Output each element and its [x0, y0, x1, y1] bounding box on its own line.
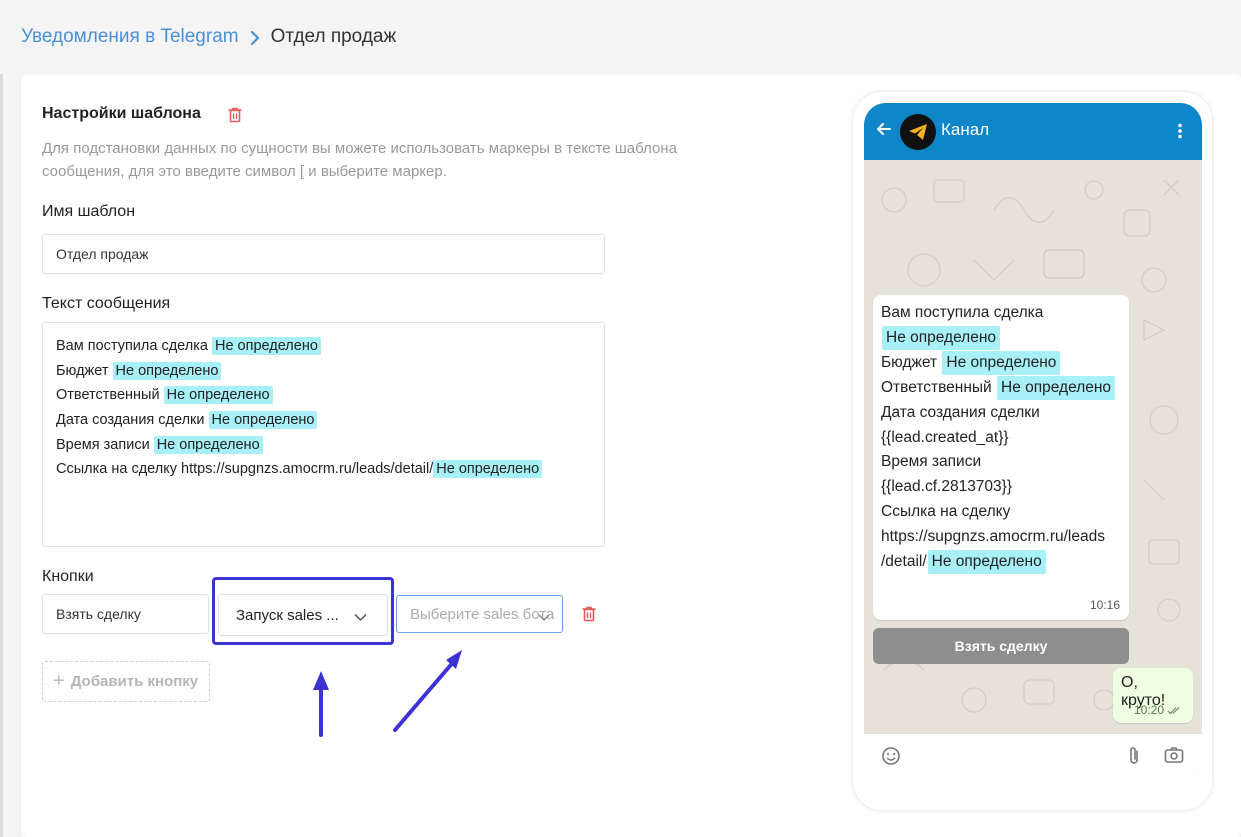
reply-time: 10:20 — [1133, 703, 1164, 717]
bubble-line: Не определено — [881, 325, 1121, 351]
telegram-screen: Канал Вам поступила сделка Не определено… — [864, 103, 1202, 776]
channel-name: Канал — [941, 120, 990, 139]
bubble-line: https://supgnzs.amocrm.ru/leads — [881, 528, 1105, 546]
channel-avatar — [900, 114, 936, 150]
telegram-input-bar — [864, 734, 1202, 776]
bubble-line: {{lead.cf.2813703}} — [881, 478, 1013, 496]
reply-bubble: О, круто! 10:20 — [1113, 668, 1193, 723]
emoji-icon[interactable] — [881, 746, 901, 771]
inline-keyboard-button[interactable]: Взять сделку — [873, 628, 1129, 664]
telegram-plane-icon — [909, 124, 927, 140]
attach-icon[interactable] — [1127, 746, 1141, 771]
reply-time-wrap: 10:20 — [1134, 703, 1183, 717]
bubble-line: Время записи — [881, 453, 982, 471]
message-bubble: Вам поступила сделка Не определено Бюдже… — [873, 295, 1129, 620]
more-vertical-icon[interactable] — [1177, 123, 1183, 144]
double-check-icon — [1167, 706, 1180, 714]
bubble-line: /detail/Не определено — [881, 550, 1121, 575]
message-time: 10:16 — [1089, 598, 1120, 612]
bubble-line: Ответственный Не определено — [881, 375, 1121, 401]
bubble-line: Дата создания сделки — [881, 403, 1040, 421]
bubble-line: {{lead.created_at}} — [881, 428, 1009, 446]
bubble-line: Вам поступила сделка — [881, 304, 1044, 321]
camera-icon[interactable] — [1164, 746, 1184, 769]
bubble-line: Ссылка на сделку — [881, 503, 1011, 521]
marker-tag: Не определено — [882, 325, 1001, 350]
marker-tag: Не определено — [997, 375, 1116, 400]
back-arrow-icon[interactable] — [876, 121, 892, 142]
marker-tag: Не определено — [942, 350, 1061, 375]
telegram-header: Канал — [864, 103, 1202, 160]
bubble-line: Бюджет Не определено — [881, 350, 1121, 376]
marker-tag: Не определено — [927, 550, 1046, 575]
